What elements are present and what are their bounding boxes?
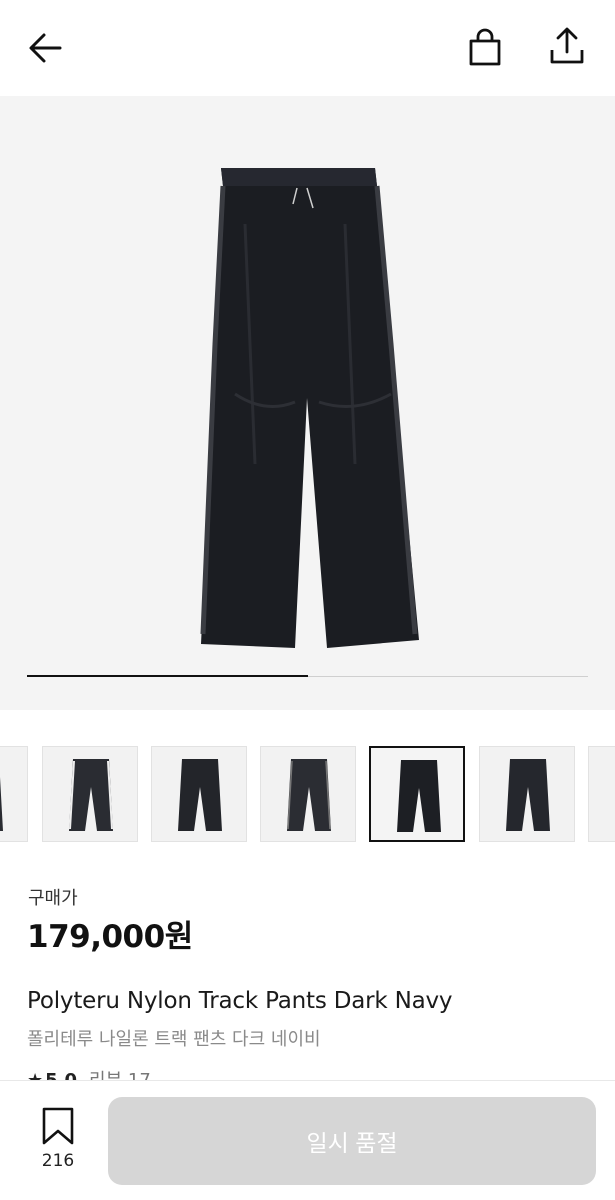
bookmark-button[interactable]: 216 <box>30 1107 86 1177</box>
thumbnail-strip[interactable] <box>0 746 615 842</box>
product-title-ko: 폴리테루 나일론 트랙 팬츠 다크 네이비 <box>27 1029 321 1050</box>
bookmark-count: 216 <box>41 1151 75 1171</box>
thumbnail[interactable] <box>151 746 247 842</box>
top-bar <box>0 0 615 96</box>
bottom-action-bar: 216 일시 품절 <box>0 1080 615 1200</box>
price: 179,000원 <box>27 919 193 955</box>
thumbnail[interactable] <box>260 746 356 842</box>
shopping-bag-icon <box>469 28 501 66</box>
buy-button[interactable]: 일시 품절 <box>108 1097 596 1185</box>
share-button[interactable] <box>548 26 586 68</box>
back-button[interactable] <box>26 28 66 68</box>
product-title-en: Polyteru Nylon Track Pants Dark Navy <box>27 988 453 1014</box>
thumbnail[interactable] <box>479 746 575 842</box>
pants-photo <box>200 168 419 648</box>
share-icon <box>550 27 584 64</box>
arrow-left-icon <box>29 33 62 63</box>
product-image-gallery[interactable] <box>0 96 615 710</box>
price-label: 구매가 <box>28 888 78 909</box>
thumbnail[interactable] <box>42 746 138 842</box>
thumbnail-selected[interactable] <box>369 746 465 842</box>
bookmark-icon <box>42 1107 74 1145</box>
gallery-progress-fill <box>27 675 308 677</box>
shopping-bag-button[interactable] <box>466 28 504 68</box>
thumbnail[interactable] <box>0 746 28 842</box>
thumbnail[interactable] <box>588 746 615 842</box>
